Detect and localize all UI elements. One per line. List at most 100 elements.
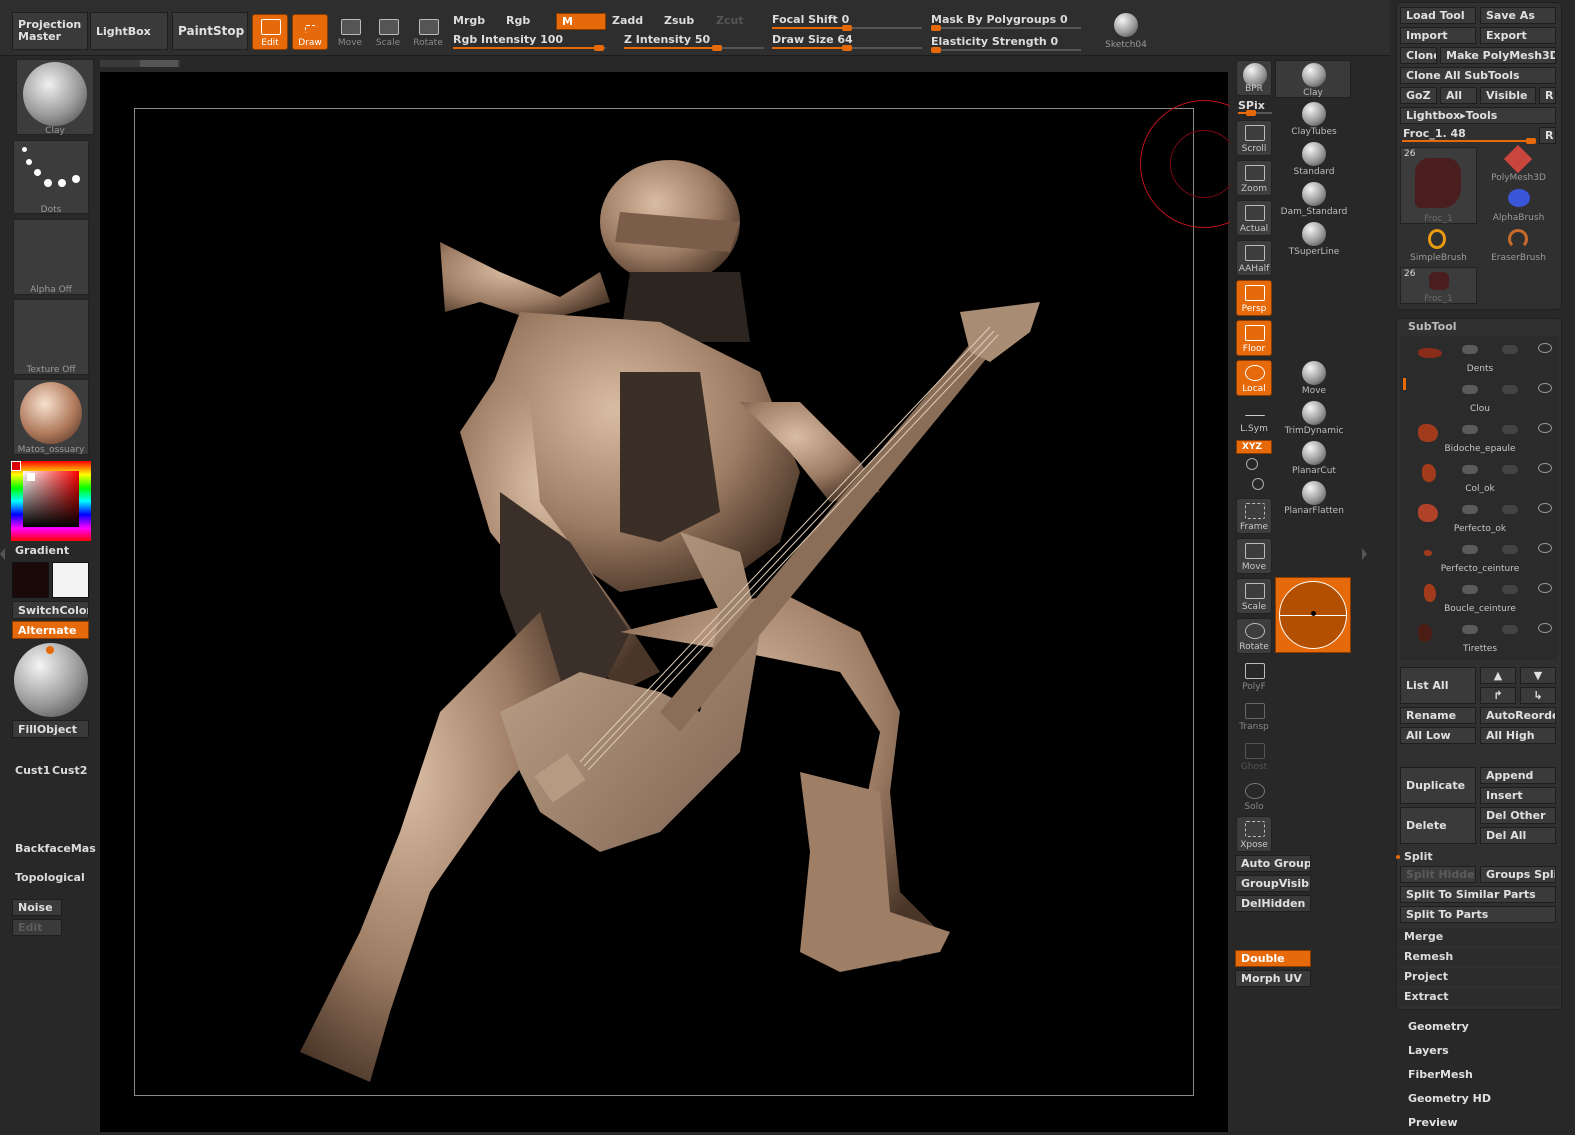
delete-button[interactable]: Delete: [1400, 807, 1476, 844]
elasticity-strength-slider[interactable]: [931, 47, 1081, 53]
split-to-similar-parts-button[interactable]: Split To Similar Parts: [1400, 886, 1556, 903]
tool-thumb-simplebrush[interactable]: SimpleBrush: [1400, 227, 1477, 265]
del-other-button[interactable]: Del Other: [1480, 807, 1556, 824]
goz-r-button[interactable]: R: [1539, 87, 1556, 104]
move-down-button[interactable]: ▼: [1520, 667, 1556, 684]
mask-by-polygroups-slider[interactable]: [931, 25, 1081, 31]
zcut-button[interactable]: Zcut: [716, 14, 744, 27]
rotation-gizmo[interactable]: [1275, 577, 1351, 653]
all-high-button[interactable]: All High: [1480, 727, 1556, 744]
scale-mode-button[interactable]: Scale: [370, 14, 406, 50]
z-intensity-slider[interactable]: [624, 45, 764, 51]
make-polymesh-button[interactable]: Make PolyMesh3D: [1440, 47, 1556, 64]
lsym-button[interactable]: L.Sym: [1236, 400, 1272, 436]
insert-button[interactable]: Insert: [1480, 787, 1556, 804]
edit-mode-button[interactable]: Edit: [252, 14, 288, 50]
paintstop-button[interactable]: PaintStop: [172, 12, 248, 50]
topological-button[interactable]: Topological: [15, 871, 85, 884]
subtool-item[interactable]: Dents: [1404, 340, 1556, 378]
menu-geometry[interactable]: Geometry: [1408, 1020, 1469, 1033]
spix-slider[interactable]: [1238, 110, 1272, 116]
main-color-swatch[interactable]: [52, 562, 89, 598]
del-hidden-button[interactable]: DelHidden: [1235, 895, 1311, 912]
rotate-view-button[interactable]: Rotate: [1236, 618, 1272, 654]
local-button[interactable]: Local: [1236, 360, 1272, 396]
subtool-toggle[interactable]: [1462, 385, 1478, 394]
list-all-button[interactable]: List All: [1400, 667, 1476, 704]
menu-layers[interactable]: Layers: [1408, 1044, 1449, 1057]
brush-dam-standard[interactable]: Dam_Standard: [1276, 180, 1352, 218]
secondary-color-swatch[interactable]: [12, 562, 49, 598]
solo-button[interactable]: Solo: [1236, 778, 1272, 814]
zsub-button[interactable]: Zsub: [664, 14, 694, 27]
double-button[interactable]: Double: [1235, 950, 1311, 967]
stroke-selector[interactable]: Sketch04: [1090, 10, 1162, 54]
subtool-toggle[interactable]: [1462, 545, 1478, 554]
tool-thumb-alphabrush[interactable]: AlphaBrush: [1480, 187, 1557, 225]
polyf-button[interactable]: PolyF: [1236, 658, 1272, 694]
fill-object-button[interactable]: FillObject: [12, 720, 89, 738]
current-tool-slider[interactable]: [1402, 138, 1536, 144]
rename-button[interactable]: Rename: [1400, 707, 1476, 724]
extract-section-title[interactable]: Extract: [1404, 990, 1449, 1003]
rotate-y-axis-icon[interactable]: [1246, 458, 1258, 470]
transp-button[interactable]: Transp: [1236, 698, 1272, 734]
rotate-mode-button[interactable]: Rotate: [410, 14, 446, 50]
brush-slot[interactable]: Clay: [16, 59, 94, 136]
rgb-button[interactable]: Rgb: [506, 14, 530, 27]
duplicate-button[interactable]: Duplicate: [1400, 767, 1476, 804]
load-tool-button[interactable]: Load Tool: [1400, 7, 1476, 24]
append-button[interactable]: Append: [1480, 767, 1556, 784]
m-button[interactable]: M: [556, 13, 606, 30]
group-visible-button[interactable]: GroupVisible: [1235, 875, 1311, 892]
persp-button[interactable]: Persp: [1236, 280, 1272, 316]
split-section-title[interactable]: Split: [1404, 850, 1433, 863]
brush-standard[interactable]: Standard: [1276, 140, 1352, 178]
eye-icon[interactable]: [1538, 503, 1552, 513]
draw-size-slider[interactable]: [772, 45, 922, 51]
subtool-item[interactable]: Clou: [1404, 380, 1556, 418]
menu-fibermesh[interactable]: FiberMesh: [1408, 1068, 1473, 1081]
subtool-item[interactable]: Bidoche_epaule: [1404, 420, 1556, 458]
texture-slot[interactable]: Texture Off: [13, 299, 89, 375]
canvas-scrollbar[interactable]: [100, 60, 180, 67]
merge-section-title[interactable]: Merge: [1404, 930, 1443, 943]
tool-thumb-polymesh3d[interactable]: PolyMesh3D: [1480, 144, 1557, 185]
split-to-parts-button[interactable]: Split To Parts: [1400, 906, 1556, 923]
subtool-item[interactable]: Boucle_ceinture: [1404, 580, 1556, 618]
rotate-z-axis-icon[interactable]: [1252, 478, 1264, 490]
material-slot[interactable]: Matos_ossuary: [13, 379, 89, 455]
eye-icon[interactable]: [1538, 383, 1552, 393]
projection-master-button[interactable]: Projection Master: [12, 12, 88, 50]
ghost-button[interactable]: Ghost: [1236, 738, 1272, 774]
del-all-button[interactable]: Del All: [1480, 827, 1556, 844]
brush-clay[interactable]: Clay: [1275, 60, 1351, 98]
auto-reorder-button[interactable]: AutoReorder: [1480, 707, 1556, 724]
import-button[interactable]: Import: [1400, 27, 1476, 44]
goz-button[interactable]: GoZ: [1400, 87, 1437, 104]
lightbox-tools-button[interactable]: Lightbox▸Tools: [1400, 107, 1556, 124]
floor-button[interactable]: Floor: [1236, 320, 1272, 356]
menu-preview[interactable]: Preview: [1408, 1116, 1458, 1129]
switch-color-button[interactable]: SwitchColor: [12, 601, 89, 619]
frame-button[interactable]: Frame: [1236, 498, 1272, 534]
subtool-toggle[interactable]: [1462, 425, 1478, 434]
eye-icon[interactable]: [1538, 343, 1552, 353]
bpr-button[interactable]: BPR: [1236, 60, 1272, 96]
save-as-button[interactable]: Save As: [1480, 7, 1556, 24]
subtool-item[interactable]: Tirettes: [1404, 620, 1556, 658]
morph-uv-button[interactable]: Morph UV: [1235, 970, 1311, 987]
subtool-item[interactable]: Col_ok: [1404, 460, 1556, 498]
tool-thumb-froc1[interactable]: 26 Froc_1: [1400, 147, 1477, 224]
move-mode-button[interactable]: Move: [332, 14, 368, 50]
xpose-button[interactable]: Xpose: [1236, 816, 1272, 852]
aahalf-button[interactable]: AAHalf: [1236, 240, 1272, 276]
noise-edit-button[interactable]: Edit: [12, 919, 62, 936]
right-panel-collapse-arrow[interactable]: [1362, 548, 1367, 560]
brush-planarcut[interactable]: PlanarCut: [1276, 439, 1352, 477]
eye-icon[interactable]: [1538, 463, 1552, 473]
move-view-button[interactable]: Move: [1236, 538, 1272, 574]
move-to-top-button[interactable]: ↱: [1480, 687, 1516, 704]
zadd-button[interactable]: Zadd: [612, 14, 643, 27]
eye-icon[interactable]: [1538, 623, 1552, 633]
